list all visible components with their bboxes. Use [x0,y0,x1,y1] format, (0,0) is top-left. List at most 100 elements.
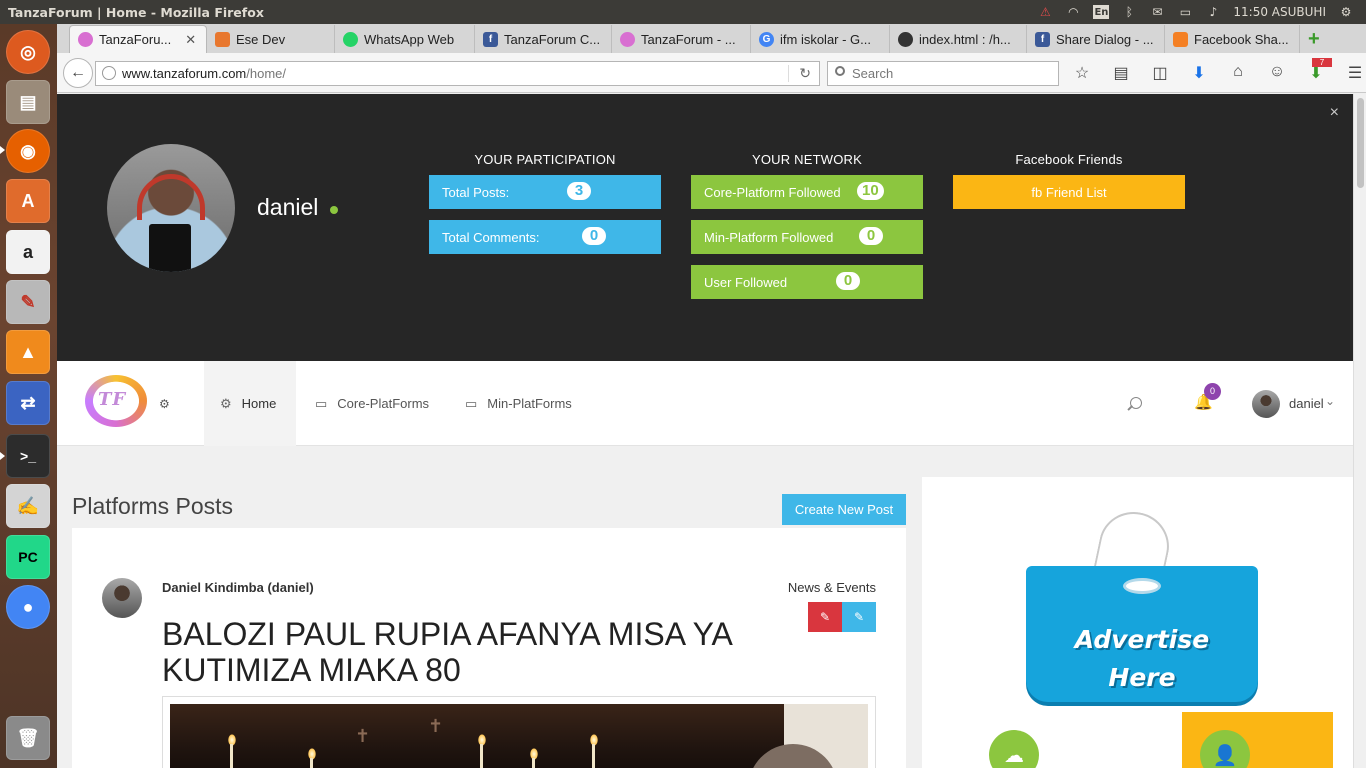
network-column: YOUR NETWORK Core-Platform Followed 10 M… [691,152,923,310]
home-icon[interactable]: ⌂ [1228,63,1248,83]
nav-home[interactable]: ⚙ Home [204,361,296,446]
cloud-tile[interactable]: ☁ [971,712,1122,768]
pycharm-icon[interactable]: PC [6,535,50,579]
vlc-icon[interactable]: ▲ [6,330,50,374]
google-favicon: G [759,31,774,47]
post-image[interactable]: ✝ ✝ [162,696,876,768]
candle [230,744,233,768]
search-icon [835,66,845,76]
tab-index-html[interactable]: index.html : /h... [890,25,1027,53]
page-scrollbar[interactable] [1353,94,1366,768]
settings-gear-icon[interactable]: ⚙ [159,397,170,411]
post-author[interactable]: Daniel Kindimba (daniel) [162,580,314,595]
user-menu-name[interactable]: daniel [1289,396,1324,411]
cross-shape: ✝ [355,726,371,746]
wifi-icon[interactable]: ◠ [1065,5,1081,19]
reload-icon[interactable]: ↻ [799,65,811,82]
power-gear-icon[interactable]: ⚙ [1338,5,1354,19]
facebook-title: Facebook Friends [1015,152,1123,167]
monitor-icon: ▭ [465,395,478,411]
edit-post-button[interactable]: ✎ [842,602,876,632]
fb-friend-list-button[interactable]: fb Friend List [953,175,1185,209]
ubuntu-dash-icon[interactable]: ◎ [6,30,50,74]
user-tile[interactable]: 👤 [1182,712,1333,768]
bluetooth-icon[interactable]: ᛒ [1121,5,1137,19]
online-status-dot [330,206,338,214]
system-settings-icon[interactable]: ✎ [6,280,50,324]
os-top-bar: TanzaForum | Home - Mozilla Firefox ⚠ ◠ … [0,0,1366,24]
tab-ese-dev[interactable]: Ese Dev [207,25,335,53]
text-editor-icon[interactable]: ✍ [6,484,50,528]
download-badge: 7 [1312,58,1332,67]
alert-icon[interactable]: ⚠ [1037,5,1053,19]
keyboard-layout-indicator[interactable]: En [1093,5,1110,19]
whatsapp-favicon [343,31,358,47]
tab-label: TanzaForum - ... [641,31,736,47]
tab-tanzaforum-home[interactable]: TanzaForu... ✕ [69,25,207,53]
bookmark-star-icon[interactable]: ☆ [1072,63,1092,83]
search-input[interactable]: Search [827,61,1059,86]
nav-label: Core-PlatForms [337,396,430,411]
pocket-icon[interactable]: ◫ [1150,63,1170,83]
tab-share-dialog[interactable]: f Share Dialog - ... [1027,25,1165,53]
firefox-icon[interactable]: ◉ [6,129,50,173]
software-center-icon[interactable]: A [6,179,50,223]
close-panel-icon[interactable]: × [1330,104,1339,122]
min-platform-followed-stat[interactable]: Min-Platform Followed 0 [691,220,923,254]
volume-icon[interactable]: ♪ [1205,5,1221,19]
battery-icon[interactable]: ▭ [1177,5,1193,19]
reading-list-icon[interactable]: ▤ [1111,63,1131,83]
remote-desktop-icon[interactable]: ⇄ [6,381,50,425]
stat-count: 0 [836,272,860,290]
hello-icon[interactable]: ☺ [1267,63,1287,83]
downloads-icon[interactable]: ⬇ [1189,63,1209,83]
search-icon[interactable] [1130,397,1142,409]
core-platform-followed-stat[interactable]: Core-Platform Followed 10 [691,175,923,209]
delete-post-button[interactable]: ✎ [808,602,842,632]
trash-icon[interactable]: 🗑 [6,716,50,760]
close-tab-icon[interactable]: ✕ [185,32,196,48]
candle [480,744,483,768]
clock[interactable]: 11:50 ASUBUHI [1233,5,1326,19]
total-posts-stat[interactable]: Total Posts: 3 [429,175,661,209]
menu-icon[interactable]: ☰ [1345,63,1365,83]
tab-facebook-share[interactable]: Facebook Sha... [1165,25,1300,53]
user-avatar[interactable] [1252,390,1280,418]
participation-column: YOUR PARTICIPATION Total Posts: 3 Total … [429,152,661,265]
facebook-favicon: f [483,31,498,47]
stat-count: 0 [582,227,606,245]
new-tab-button[interactable]: + [1300,25,1328,53]
create-new-post-button[interactable]: Create New Post [782,494,906,525]
stat-label: User Followed [704,274,788,290]
mail-icon[interactable]: ✉ [1149,5,1165,19]
post-category[interactable]: News & Events [788,580,876,595]
tanzaforum-logo[interactable]: TF [85,373,149,429]
tab-whatsapp-web[interactable]: WhatsApp Web [335,25,475,53]
download-manager-icon[interactable]: ⬇ 7 [1306,58,1332,83]
back-button[interactable]: ← [63,57,93,88]
url-bar[interactable]: www.tanzaforum.com/home/ ↻ [95,61,820,86]
browser-tab-bar: TanzaForu... ✕ Ese Dev WhatsApp Web f Ta… [57,24,1366,53]
author-avatar[interactable] [102,578,142,618]
terminal-icon[interactable]: >_ [6,434,50,478]
scrollbar-thumb[interactable] [1357,98,1364,188]
files-icon[interactable]: ▤ [6,80,50,124]
nav-min-platforms[interactable]: ▭ Min-PlatForms [449,361,588,446]
tab-tanzaforum-2[interactable]: TanzaForum - ... [612,25,751,53]
monitor-icon: ▭ [315,395,328,411]
chevron-down-icon[interactable]: ⌄ [1325,394,1335,408]
running-indicator [0,146,5,154]
profile-avatar [107,144,235,272]
tab-tanzaforum-c[interactable]: f TanzaForum C... [475,25,612,53]
stat-count: 0 [859,227,883,245]
post-headline[interactable]: BALOZI PAUL RUPIA AFANYA MISA YA KUTIMIZ… [162,616,802,688]
chrome-icon[interactable]: ● [6,585,50,629]
amazon-icon[interactable]: a [6,230,50,274]
advertise-banner[interactable]: Advertise Here [971,505,1303,712]
tab-ifm-iskolar[interactable]: G ifm iskolar - G... [751,25,890,53]
stat-count: 10 [857,182,884,200]
user-followed-stat[interactable]: User Followed 0 [691,265,923,299]
site-identity-icon[interactable] [102,66,116,80]
nav-core-platforms[interactable]: ▭ Core-PlatForms [299,361,445,446]
total-comments-stat[interactable]: Total Comments: 0 [429,220,661,254]
